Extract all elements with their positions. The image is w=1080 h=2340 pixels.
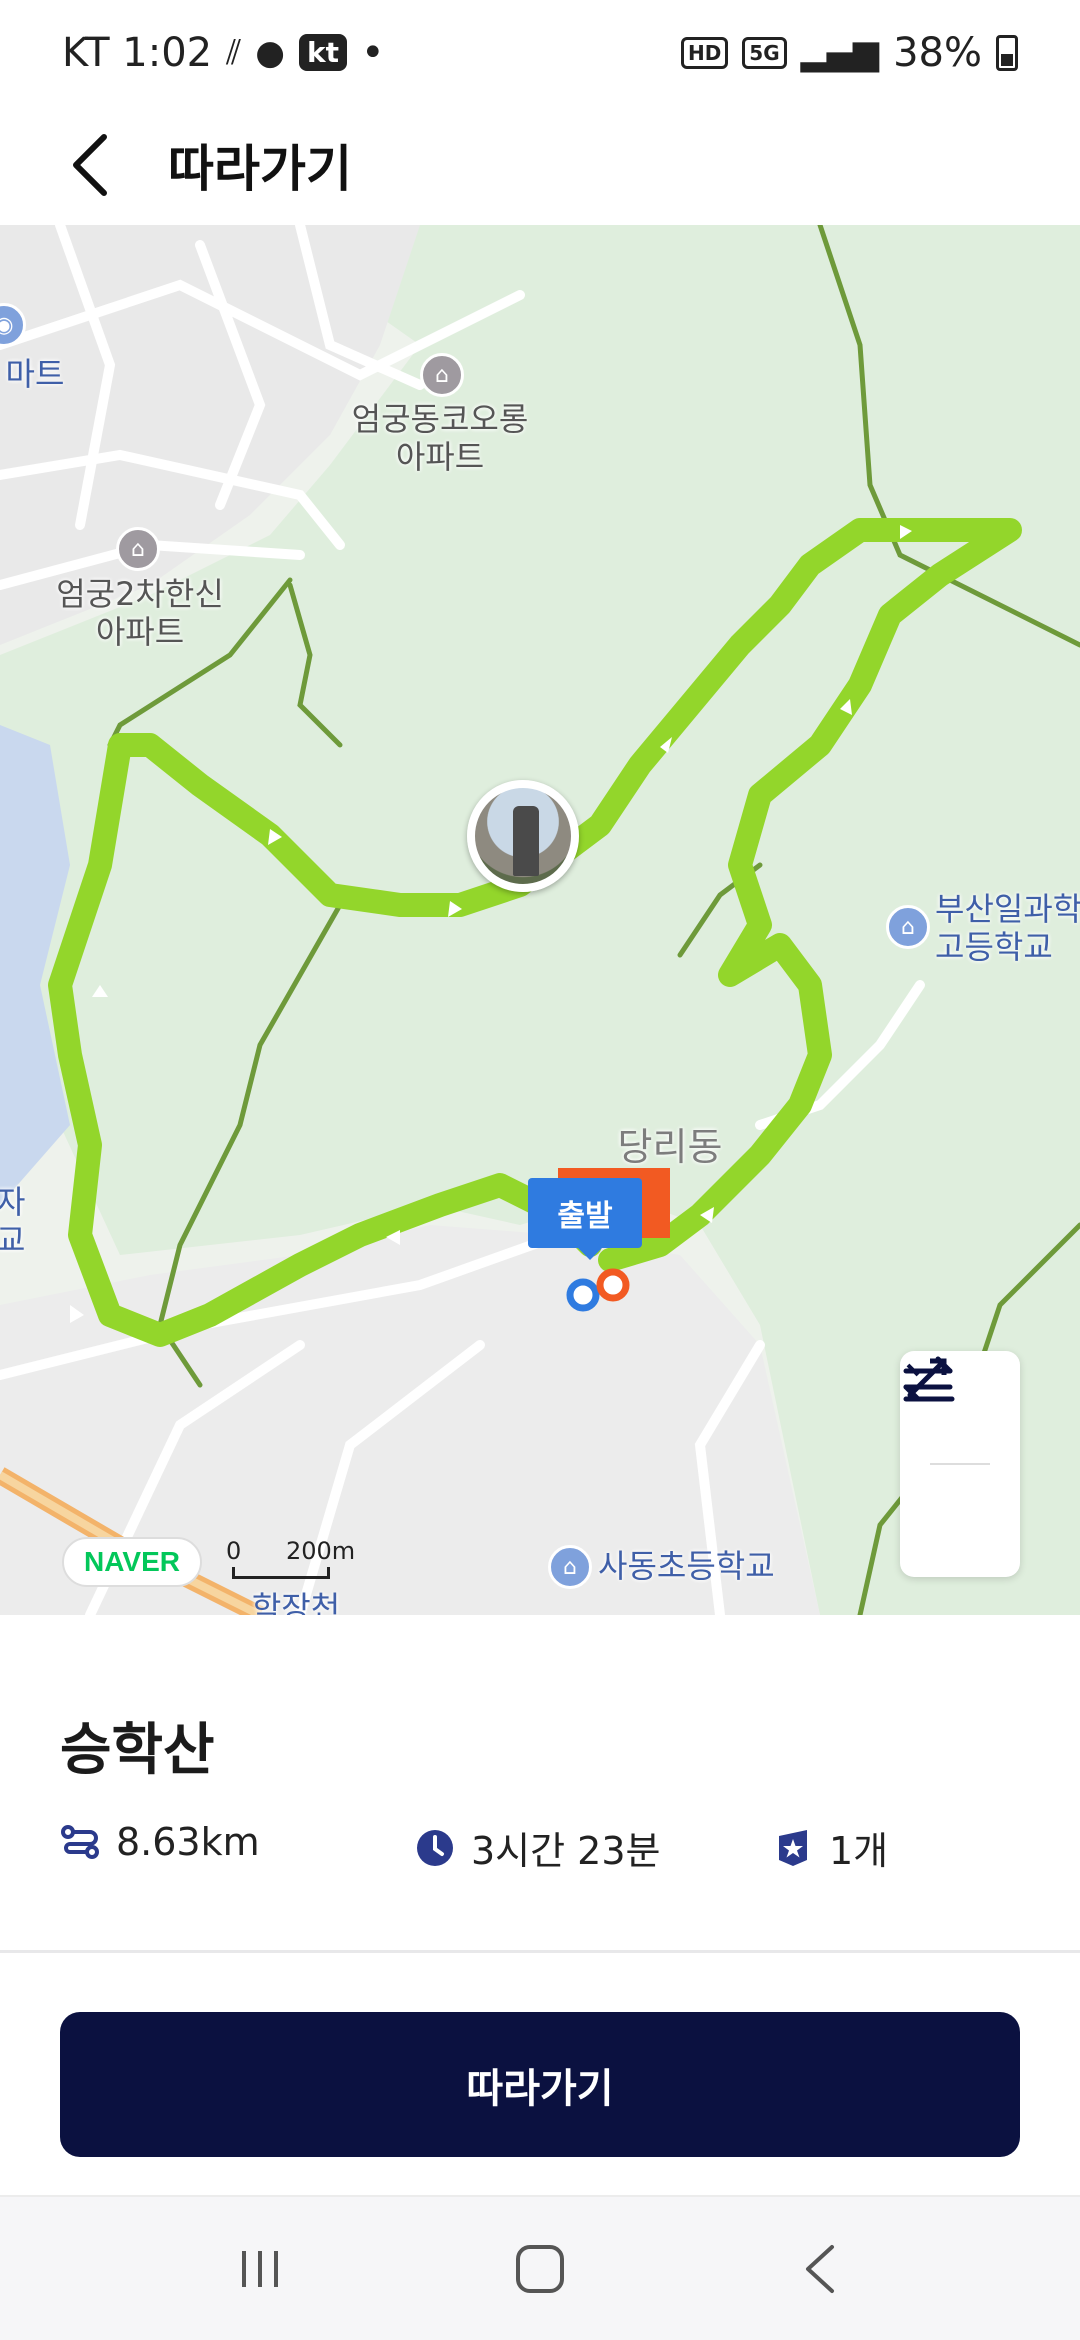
clock-icon (415, 1828, 455, 1868)
map-controls (900, 1351, 1020, 1577)
map-label-dong: 당리동 (617, 1125, 723, 1169)
signal-bars-icon: ▂▄▆ (800, 32, 880, 73)
distance-stat: 8.63km (60, 1820, 260, 1864)
trail-name: 승학산 (60, 1718, 215, 1783)
page-title: 따라가기 (168, 140, 352, 198)
swap-direction-button[interactable] (900, 1356, 1020, 1577)
swap-icon (903, 1356, 953, 1402)
follow-button[interactable]: 따라가기 (60, 2012, 1020, 2157)
system-nav-bar (0, 2195, 1080, 2340)
sheet-divider (0, 1950, 1080, 1953)
map-label-elem-school: 사동초등학교 (598, 1547, 775, 1585)
battery-icon (996, 34, 1018, 71)
battery-text: 38% (893, 29, 982, 76)
map-label-left-2: 교 (0, 1221, 26, 1259)
scale-bar (232, 1567, 330, 1579)
chevron-left-icon (73, 134, 107, 196)
chat-icon: ● (255, 32, 285, 73)
map-label-stream: 학장천 (251, 1589, 341, 1615)
map-label-high-school: 부산일과학 고등학교 (935, 890, 1080, 967)
start-marker-tag[interactable]: 출발 (528, 1178, 642, 1260)
badge-count: 1개 (829, 1829, 889, 1873)
trail-info-sheet: 승학산 8.63km 3시간 23분 1개 따라가기 (0, 1615, 1080, 2195)
map-label-mart: 마트 (5, 355, 65, 393)
map-label-apt-hanshin: 엄궁2차한신 아파트 (56, 575, 224, 652)
duration-stat: 3시간 23분 (415, 1820, 661, 1875)
signal-wave-icon: ⫽ (226, 32, 242, 73)
map-label-apt-kolon: 엄궁동코오롱 아파트 (351, 400, 529, 477)
hd-badge: HD (680, 36, 729, 69)
status-left: KT 1:02 ⫽ ● kt • (62, 30, 385, 76)
trail-stats: 8.63km 3시간 23분 1개 (60, 1820, 1020, 1890)
duration-value: 3시간 23분 (471, 1829, 661, 1873)
kt-badge: kt (298, 34, 347, 71)
status-right: HD 5G ▂▄▆ 38% (680, 29, 1018, 76)
scale-zero: 0 (226, 1537, 242, 1565)
system-back-button[interactable] (760, 2209, 880, 2329)
recent-apps-button[interactable] (200, 2209, 320, 2329)
carrier-time: KT 1:02 (62, 29, 213, 76)
apartment-poi-icon[interactable]: ⌂ (116, 527, 160, 571)
scale-distance: 200m (286, 1537, 356, 1565)
map-view[interactable]: ⌂ 엄궁동코오롱 아파트 ⌂ 엄궁2차한신 아파트 ◉ 마트 ⌂ 부산일과학 고… (0, 225, 1080, 1615)
summit-photo-marker[interactable] (467, 780, 579, 892)
back-icon (806, 2244, 834, 2293)
route-icon (60, 1822, 100, 1862)
school-poi-icon[interactable]: ⌂ (548, 1545, 592, 1589)
home-icon (516, 2244, 564, 2293)
home-button[interactable] (480, 2209, 600, 2329)
naver-logo[interactable]: NAVER (62, 1537, 202, 1587)
header: 따라가기 (0, 105, 1080, 225)
back-button[interactable] (60, 125, 120, 205)
apartment-poi-icon[interactable]: ⌂ (420, 353, 464, 397)
badge-star-icon (773, 1828, 813, 1868)
network-badge: 5G (742, 36, 787, 69)
map-label-left-1: 자 (0, 1183, 26, 1221)
status-bar: KT 1:02 ⫽ ● kt • HD 5G ▂▄▆ 38% (0, 0, 1080, 105)
distance-value: 8.63km (116, 1820, 260, 1864)
recent-apps-icon (242, 2250, 278, 2287)
badge-stat: 1개 (773, 1820, 888, 1875)
school-poi-icon[interactable]: ⌂ (886, 905, 930, 949)
notification-dot: • (360, 29, 385, 76)
